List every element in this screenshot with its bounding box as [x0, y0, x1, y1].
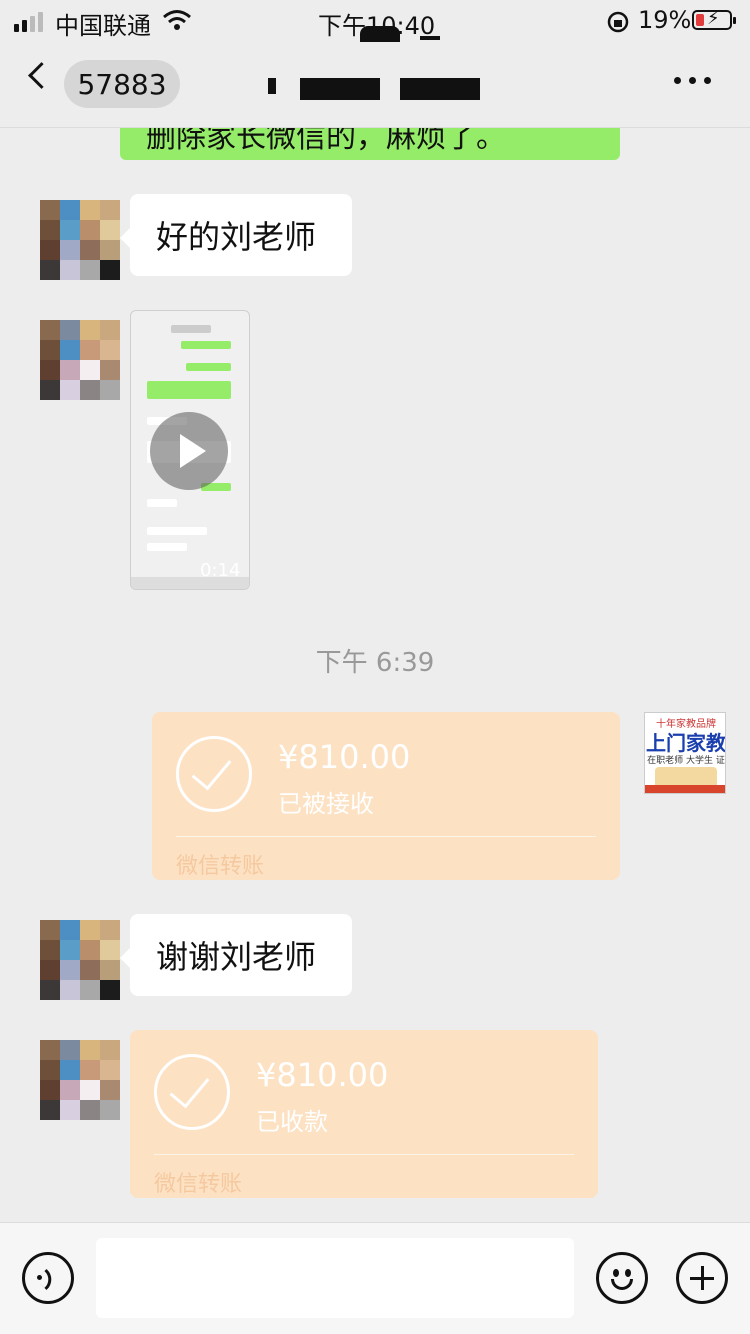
play-button-icon[interactable] [150, 412, 228, 490]
transfer-label: 微信转账 [154, 1172, 243, 1197]
contact-avatar[interactable] [40, 200, 120, 280]
message-text: 好的刘老师 [156, 218, 317, 256]
received-message-bubble: 谢谢刘老师 [120, 914, 352, 996]
unread-count-badge[interactable]: 57883 [64, 60, 180, 108]
message-input[interactable] [96, 1238, 574, 1318]
card-divider [176, 836, 596, 837]
transfer-status: 已被接收 [278, 790, 374, 818]
transfer-amount: ¥810.00 [256, 1056, 389, 1094]
check-circle-icon [154, 1054, 230, 1130]
contact-avatar[interactable] [40, 320, 120, 400]
battery-percent: 19% [638, 6, 692, 34]
redaction-mark [268, 78, 276, 94]
book-icon [655, 767, 717, 785]
transfer-amount: ¥810.00 [278, 738, 411, 776]
rotation-lock-icon [606, 10, 630, 38]
battery-icon: ⚡ [692, 8, 736, 30]
message-text: 谢谢刘老师 [156, 938, 317, 976]
redaction-mark [360, 26, 400, 42]
received-message-bubble: 好的刘老师 [120, 194, 352, 276]
transfer-status: 已收款 [256, 1108, 328, 1136]
sent-message-bubble: 删除家长微信的，麻烦了。 [120, 128, 620, 160]
message-timestamp: 下午 6:39 [315, 648, 435, 678]
redaction-mark [400, 78, 480, 100]
add-attachment-icon[interactable] [676, 1252, 728, 1304]
transfer-label: 微信转账 [176, 854, 265, 879]
video-duration: 0:14 [200, 560, 241, 581]
signal-icon [14, 12, 43, 32]
carrier-name: 中国联通 [55, 12, 151, 40]
logo-text-main: 上门家教 [646, 731, 726, 755]
logo-bar [645, 785, 725, 793]
check-circle-icon [176, 736, 252, 812]
redaction-mark [300, 78, 380, 100]
contact-avatar[interactable] [40, 920, 120, 1000]
more-dots-icon[interactable] [674, 77, 711, 84]
voice-input-icon[interactable] [22, 1252, 74, 1304]
redaction-mark [420, 36, 440, 40]
wifi-icon [162, 9, 192, 35]
self-avatar[interactable]: 十年家教品牌 上门家教 在职老师 大学生 证件齐全 [644, 712, 726, 794]
emoji-icon[interactable] [596, 1252, 648, 1304]
card-divider [154, 1154, 574, 1155]
message-text: 删除家长微信的，麻烦了。 [146, 128, 506, 155]
contact-avatar[interactable] [40, 1040, 120, 1120]
